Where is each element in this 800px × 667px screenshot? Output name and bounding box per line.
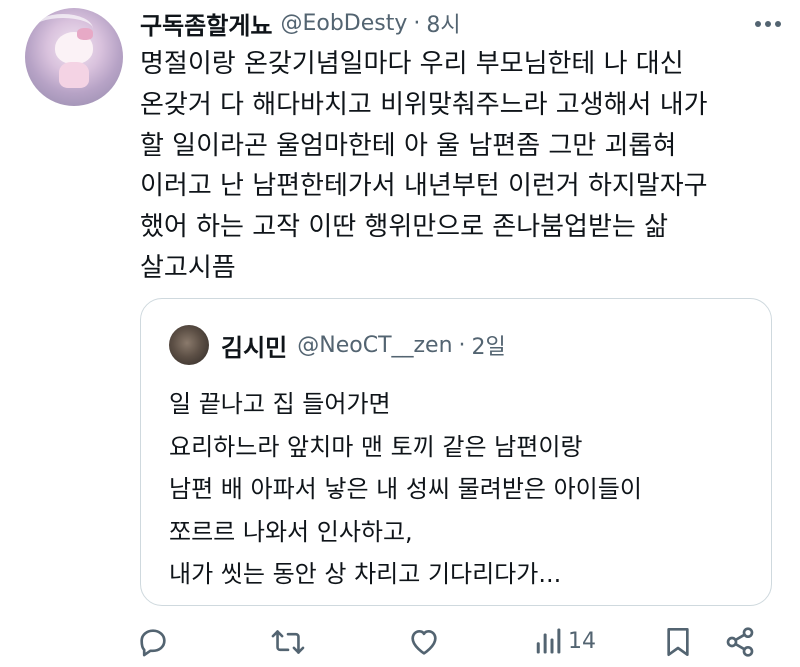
tweet-text-line: 명절이랑 온갖기념일마다 우리 부모님한테 나 대신 (140, 49, 684, 79)
like-icon (411, 630, 437, 655)
views-button[interactable]: 14 (534, 626, 596, 656)
quoted-text-line: 요리하느라 앞치마 맨 토끼 같은 남편이랑 (169, 432, 583, 461)
quoted-tweet-card[interactable]: 김시민 @NeoCT__zen · 2일 일 끝나고 집 들어가면 요리하느라 … (140, 298, 772, 606)
tweet-text-line: 살고시픔 (140, 252, 236, 283)
header-separator: · (413, 10, 421, 36)
quoted-header-separator: · (458, 332, 466, 358)
quoted-text-line: 쪼르르 나와서 인사하고, (169, 517, 413, 546)
quoted-tweet-header: 김시민 @NeoCT__zen · 2일 (221, 327, 506, 363)
retweet-icon (271, 630, 305, 654)
bookmark-button[interactable] (664, 626, 692, 658)
author-display-name[interactable]: 구독좀할게뇨 (140, 6, 272, 41)
quoted-author-display-name[interactable]: 김시민 (221, 328, 287, 363)
author-avatar[interactable] (25, 8, 123, 106)
share-button[interactable] (724, 626, 756, 658)
views-count: 14 (568, 628, 596, 654)
quoted-text-line: 내가 씻는 동안 상 차리고 기다리다가... (169, 560, 562, 588)
quoted-text-line: 남편 배 아파서 낳은 내 성씨 물려받은 아이들이 (169, 475, 642, 503)
tweet-header: 구독좀할게뇨 @EobDesty · 8시 (140, 5, 461, 41)
share-icon (726, 627, 754, 657)
quoted-tweet-timestamp[interactable]: 2일 (472, 329, 506, 361)
tweet-text-line: 했어 하는 고작 이딴 행위만으로 존나붐업받는 삶 (140, 212, 668, 243)
author-handle[interactable]: @EobDesty (280, 11, 407, 36)
tweet-timestamp[interactable]: 8시 (426, 7, 460, 39)
quoted-author-avatar[interactable] (169, 325, 209, 365)
quoted-author-handle[interactable]: @NeoCT__zen (297, 333, 452, 358)
tweet-action-bar: 14 (0, 620, 800, 667)
tweet-text: 명절이랑 온갖기념일마다 우리 부모님한테 나 대신 온갖거 다 해다바치고 비… (140, 44, 780, 289)
views-icon (536, 628, 561, 654)
more-options-button[interactable] (748, 12, 788, 36)
tweet-text-line: 이러고 난 남편한테가서 내년부턴 이런거 하지말자구 (140, 171, 708, 202)
quoted-text-line: 일 끝나고 집 들어가면 (169, 390, 391, 418)
like-button[interactable] (408, 626, 440, 658)
reply-icon (140, 629, 166, 657)
bookmark-icon (667, 628, 689, 656)
reply-button[interactable] (137, 626, 169, 658)
tweet-text-line: 온갖거 다 해다바치고 비위맞춰주느라 고생해서 내가 (140, 89, 708, 120)
tweet-text-line: 할 일이라곤 울엄마한테 아 울 남편좀 그만 괴롭혀 (140, 130, 677, 161)
more-icon (755, 21, 781, 27)
quoted-tweet-text: 일 끝나고 집 들어가면 요리하느라 앞치마 맨 토끼 같은 남편이랑 남편 배… (169, 383, 759, 596)
retweet-button[interactable] (271, 626, 305, 658)
